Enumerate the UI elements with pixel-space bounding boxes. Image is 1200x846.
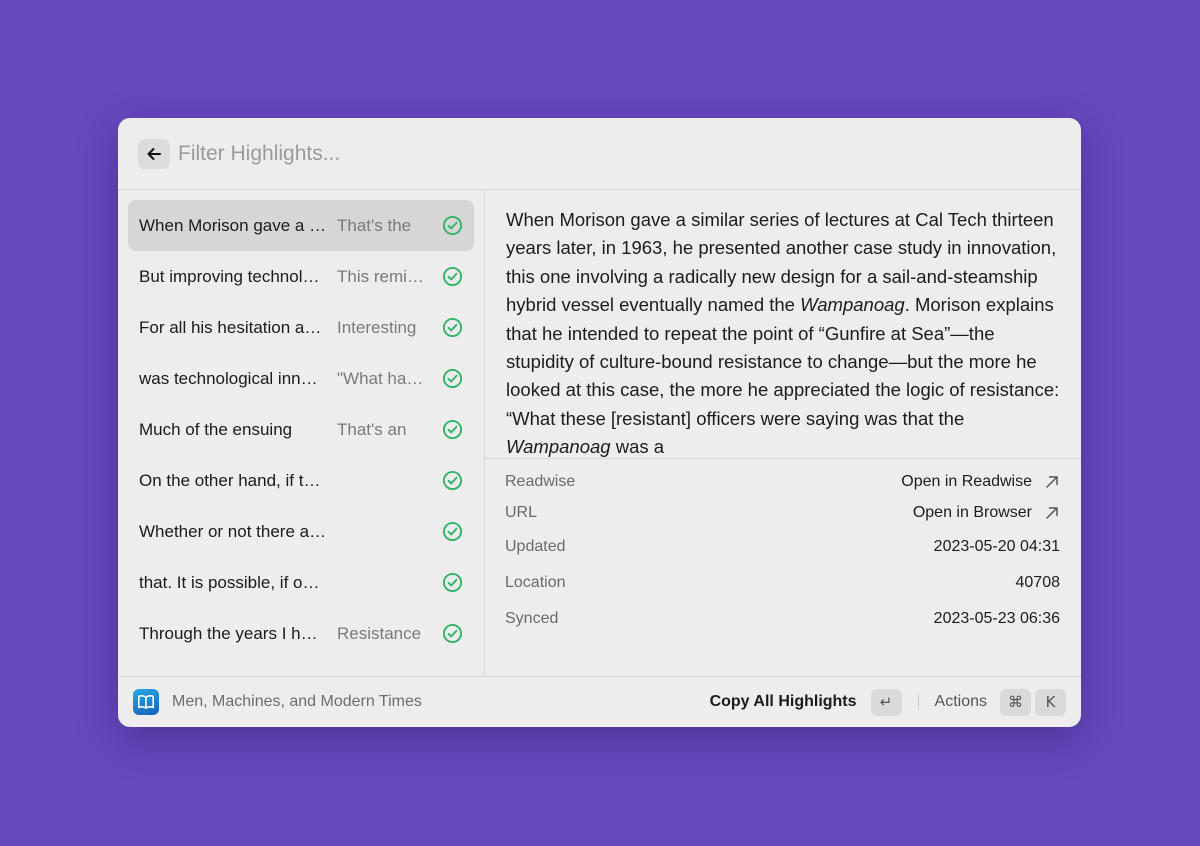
highlight-note: "What happens xyxy=(337,368,429,388)
synced-check-icon xyxy=(442,368,463,389)
synced-check-icon xyxy=(442,623,463,644)
copy-all-highlights-button[interactable]: Copy All Highlights xyxy=(710,693,857,711)
highlight-list: When Morison gave a similar series of le… xyxy=(118,190,485,676)
arrow-left-icon xyxy=(147,148,161,160)
highlight-title: that. It is possible, if one sets aside xyxy=(139,572,327,592)
metadata-value: 2023-05-23 06:36 xyxy=(934,610,1060,628)
metadata-link[interactable]: Open in Browser xyxy=(913,504,1060,522)
footer-bar: Men, Machines, and Modern Times Copy All… xyxy=(118,676,1081,727)
metadata-row-synced: Synced 2023-05-23 06:36 xyxy=(505,601,1060,637)
highlight-text: When Morison gave a similar series of le… xyxy=(506,206,1066,458)
highlight-list-item[interactable]: When Morison gave a similar series of le… xyxy=(128,200,474,251)
search-bar xyxy=(118,118,1081,190)
synced-check-icon xyxy=(442,317,463,338)
external-link-icon xyxy=(1046,476,1058,488)
highlight-note: That's the xyxy=(337,215,412,235)
highlight-title: When Morison gave a similar series of le… xyxy=(139,215,327,235)
synced-check-icon xyxy=(442,419,463,440)
highlight-title: On the other hand, if the state of xyxy=(139,470,327,490)
metadata-label: Location xyxy=(505,574,566,591)
highlight-detail: When Morison gave a similar series of le… xyxy=(485,190,1081,676)
highlight-note: This reminds xyxy=(337,266,429,286)
highlight-title: Much of the ensuing xyxy=(139,419,293,439)
highlight-list-item[interactable]: For all his hesitation about Interesting xyxy=(128,302,474,353)
highlight-title: was technological innovation xyxy=(139,368,327,388)
highlight-list-item[interactable]: Through the years I have Resistance xyxy=(128,608,474,659)
metadata-label: Updated xyxy=(505,538,566,555)
metadata-label: Readwise xyxy=(505,473,576,490)
book-icon xyxy=(133,689,159,715)
external-link-icon xyxy=(1046,507,1058,519)
highlight-list-item[interactable]: was technological innovation "What happen… xyxy=(128,353,474,404)
metadata-value: 40708 xyxy=(1016,574,1061,592)
k-key-hint: K xyxy=(1035,688,1066,716)
highlight-list-item[interactable]: But improving technology This reminds xyxy=(128,251,474,302)
metadata-value-text: Open in Browser xyxy=(912,504,1032,521)
command-key-hint: ⌘ xyxy=(1000,688,1031,716)
highlight-note: Interesting xyxy=(337,317,417,337)
synced-check-icon xyxy=(442,266,463,287)
enter-key-hint: ↵ xyxy=(870,688,902,716)
filter-highlights-input[interactable] xyxy=(178,136,1038,172)
metadata-value: 2023-05-20 04:31 xyxy=(934,538,1060,556)
highlight-text-italic: Wampanoag xyxy=(800,294,905,316)
highlight-list-item[interactable]: Much of the ensuing That's an xyxy=(128,404,474,455)
highlight-title: Through the years I have xyxy=(139,623,327,643)
metadata-row-location: Location 40708 xyxy=(505,565,1060,601)
actions-button[interactable]: Actions xyxy=(935,693,987,711)
synced-check-icon xyxy=(442,521,463,542)
metadata-row-url: URL Open in Browser xyxy=(505,495,1060,531)
highlight-title: For all his hesitation about xyxy=(139,317,327,337)
highlights-window: When Morison gave a similar series of le… xyxy=(118,118,1081,727)
metadata-label: Synced xyxy=(505,610,559,627)
metadata-value-text: 40708 xyxy=(1015,574,1061,591)
metadata-label: URL xyxy=(505,504,538,521)
highlight-list-item[interactable]: On the other hand, if the state of xyxy=(128,455,474,506)
highlight-note: Resistance xyxy=(337,623,422,643)
highlight-list-item[interactable]: Whether or not there are inventions xyxy=(128,506,474,557)
metadata-row-updated: Updated 2023-05-20 04:31 xyxy=(505,529,1060,565)
highlight-list-item[interactable]: that. It is possible, if one sets aside xyxy=(128,557,474,608)
back-button[interactable] xyxy=(138,139,170,169)
highlight-note: That's an xyxy=(337,419,407,439)
highlight-text-italic: Wampanoag xyxy=(506,436,611,458)
synced-check-icon xyxy=(442,215,463,236)
footer-actions: Copy All Highlights ↵ Actions ⌘ K xyxy=(710,687,1066,717)
footer-divider xyxy=(917,694,919,710)
highlight-title: But improving technology xyxy=(139,266,327,286)
synced-check-icon xyxy=(442,470,463,491)
metadata-panel: Readwise Open in Readwise URL Open in Brows… xyxy=(485,458,1081,676)
synced-check-icon xyxy=(442,572,463,593)
metadata-value-text: Open in Readwise xyxy=(901,473,1032,490)
metadata-link[interactable]: Open in Readwise xyxy=(901,473,1060,491)
book-title: Men, Machines, and Modern Times xyxy=(172,693,422,710)
metadata-value-text: 2023-05-23 06:36 xyxy=(933,610,1060,627)
highlight-text-part: was a xyxy=(610,436,665,458)
highlight-title: Whether or not there are inventions xyxy=(139,521,327,541)
metadata-value-text: 2023-05-20 04:31 xyxy=(933,538,1060,555)
